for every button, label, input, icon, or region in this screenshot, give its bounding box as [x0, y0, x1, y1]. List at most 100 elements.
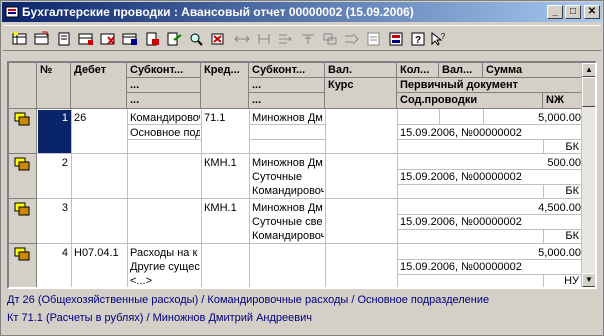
report-icon[interactable] [365, 31, 383, 47]
row-subconto1[interactable]: Расходы на к [130, 246, 200, 260]
row-subconto2[interactable]: Миножнов Дм [252, 111, 324, 125]
header-subconto1-2[interactable]: ... [127, 78, 201, 93]
merge-icon[interactable] [277, 31, 295, 47]
row-primary-doc[interactable]: 15.09.2006, №00000002 [400, 126, 582, 140]
header-credit[interactable]: Кред... [201, 63, 249, 109]
grid-line [397, 139, 583, 140]
close-button[interactable]: ✕ [584, 5, 600, 19]
header-qty[interactable]: Кол... [397, 63, 439, 78]
export-icon[interactable] [343, 31, 361, 47]
scroll-down-icon[interactable]: ▼ [582, 273, 595, 287]
row-subconto1[interactable]: Основное подр [130, 126, 200, 140]
row-num: 1 [61, 112, 68, 124]
filter-icon[interactable] [165, 31, 183, 47]
delete-icon[interactable] [121, 31, 139, 47]
header-currency[interactable]: Вал. [325, 63, 397, 78]
row-selector[interactable] [9, 109, 37, 154]
header-rate[interactable]: Курс [325, 78, 397, 109]
grid-line [249, 124, 325, 125]
corner-cell [9, 63, 37, 109]
row-journal[interactable]: БК [545, 140, 579, 154]
grid-line [127, 124, 201, 125]
row-subconto2[interactable]: Суточные све [252, 215, 324, 229]
row-subconto2[interactable]: Миножнов Дм [252, 201, 324, 215]
row-credit[interactable]: 71.1 [204, 111, 248, 125]
row-amount[interactable]: 5,000.00 [485, 246, 581, 260]
row-credit[interactable]: КМН.1 [204, 201, 248, 215]
split-icon[interactable] [233, 31, 251, 47]
print-icon[interactable] [143, 31, 161, 47]
row-selector[interactable] [9, 199, 37, 244]
app-icon [5, 6, 19, 18]
order-icon[interactable] [299, 31, 317, 47]
header-journal-num[interactable]: NЖ [543, 93, 583, 109]
minimize-button[interactable]: _ [547, 5, 563, 19]
grid-line [543, 274, 544, 287]
row-subconto1[interactable]: Командировоч [130, 111, 200, 125]
header-subconto1-3[interactable]: ... [127, 93, 201, 109]
delete-mark-icon[interactable] [99, 31, 117, 47]
grid-line [37, 243, 583, 244]
move-icon[interactable] [255, 31, 273, 47]
scroll-thumb[interactable] [582, 77, 595, 107]
row-num: 3 [61, 202, 68, 214]
row-subconto1[interactable]: <...> [130, 274, 200, 287]
row-subconto1[interactable]: Другие сущес [130, 260, 200, 274]
header-entry-content[interactable]: Сод.проводки [397, 93, 543, 109]
header-amount[interactable]: Сумма [483, 63, 583, 78]
header-num[interactable]: № [37, 63, 71, 109]
row-amount[interactable]: 4,500.00 [485, 201, 581, 215]
tree-icon[interactable] [321, 31, 339, 47]
maximize-button[interactable]: □ [565, 5, 581, 19]
row-selector[interactable] [9, 154, 37, 199]
grid-line [127, 109, 128, 287]
header-debit[interactable]: Дебет [71, 63, 127, 109]
info-icon[interactable] [387, 31, 405, 47]
filter-off-icon[interactable] [209, 31, 227, 47]
row-journal[interactable]: БК [545, 229, 579, 243]
status-debit: Дт 26 (Общехозяйственные расходы) / Кома… [7, 294, 490, 306]
edit-row-icon[interactable] [55, 31, 73, 47]
header-subconto2-3[interactable]: ... [249, 93, 325, 109]
grid-line [71, 109, 72, 287]
search-icon[interactable] [187, 31, 205, 47]
entry-icon [14, 247, 30, 261]
help-icon[interactable]: ? [409, 31, 427, 47]
grid-line [543, 229, 544, 244]
grid-line [397, 274, 583, 275]
row-journal[interactable]: НУ [545, 274, 579, 287]
row-primary-doc[interactable]: 15.09.2006, №00000002 [400, 260, 582, 274]
scroll-up-icon[interactable]: ▲ [582, 63, 595, 77]
grid-line [201, 109, 202, 287]
row-debit[interactable]: Н07.04.1 [74, 246, 126, 260]
whats-this-icon[interactable]: ? [429, 31, 447, 47]
row-subconto2[interactable]: Суточные [252, 170, 324, 184]
header-primary-doc[interactable]: Первичный документ [397, 78, 583, 93]
row-amount[interactable]: 5,000.00 [485, 111, 581, 125]
grid-line [397, 109, 398, 287]
grid-line [37, 198, 583, 199]
header-subconto2-2[interactable]: ... [249, 78, 325, 93]
row-subconto2[interactable]: Миножнов Дм [252, 156, 324, 170]
row-journal[interactable]: БК [545, 184, 579, 198]
row-amount[interactable]: 500.00 [485, 156, 581, 170]
title-bar[interactable]: Бухгалтерские проводки : Авансовый отчет… [2, 2, 602, 22]
new-row-icon[interactable] [11, 31, 29, 47]
header-valamt[interactable]: Вал... [439, 63, 483, 78]
row-debit[interactable]: 26 [74, 111, 126, 125]
vertical-scrollbar[interactable]: ▲ ▼ [581, 63, 595, 287]
header-subconto1[interactable]: Субконт... [127, 63, 201, 78]
entries-table: № Дебет Субконт... ... ... Кред... Субко… [7, 61, 597, 289]
copy-row-icon[interactable] [33, 31, 51, 47]
row-subconto2[interactable]: Командировочн [252, 184, 324, 198]
toolbar: ? ? [3, 25, 601, 51]
grid-line [249, 109, 250, 287]
row-primary-doc[interactable]: 15.09.2006, №00000002 [400, 215, 582, 229]
header-subconto2[interactable]: Субконт... [249, 63, 325, 78]
row-credit[interactable]: КМН.1 [204, 156, 248, 170]
row-selector[interactable] [9, 244, 37, 287]
add-group-icon[interactable] [77, 31, 95, 47]
row-subconto2[interactable]: Командировочн [252, 229, 324, 243]
row-primary-doc[interactable]: 15.09.2006, №00000002 [400, 170, 582, 184]
status-credit: Кт 71.1 (Расчеты в рублях) / Миножнов Дм… [7, 312, 312, 324]
